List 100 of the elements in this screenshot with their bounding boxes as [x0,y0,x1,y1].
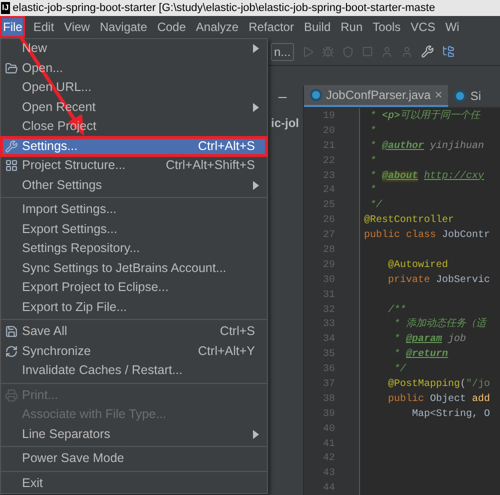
code-token: * [393,334,402,346]
menu-item[interactable]: Export Settings... [1,220,267,239]
user-icon[interactable] [380,46,393,58]
menu-item-label: Save All [22,323,68,340]
close-icon[interactable]: × [434,85,442,105]
menu-bar-item[interactable]: Tools [372,18,402,36]
code-token: add [472,394,490,405]
grid-icon [5,159,18,172]
menu-bar-item[interactable]: Refactor [248,18,295,36]
printer-icon [5,388,18,402]
code-token: ( [460,379,466,390]
class-icon [454,90,466,102]
code-token: @param [406,334,442,346]
code-token: public [387,394,426,405]
project-structure-icon[interactable] [442,45,455,58]
menu-bar-item[interactable]: Edit [32,18,56,36]
code-token: */ [393,364,406,376]
code-token: JobServic [436,274,490,286]
menu-item-label: Export Project to Eclipse... [22,279,169,296]
folder-icon [5,62,18,74]
menu-item-label: Import Settings... [22,201,116,218]
code-token: @author [382,140,424,152]
project-tree-item[interactable]: ic-jol [271,116,300,130]
menu-bar-item[interactable]: VCS [410,18,436,36]
app-logo: IJ [1,2,10,14]
code-token: yinjihuan [429,140,484,152]
menu-bar-item[interactable]: Wi [444,18,460,36]
code-token: @return [406,349,448,360]
menu-item[interactable]: Sync Settings to JetBrains Account... [1,258,267,278]
menu-bar-item[interactable]: View [63,18,91,36]
menu-bar-item[interactable]: Analyze [194,18,240,36]
menu-item-label: Exit [22,474,43,492]
code-token: @Autowired [387,260,448,271]
menu-item[interactable]: Open URL... [1,78,267,98]
menu-item-label: Synchronize [22,342,91,360]
menu-item-label: Export to Zip File... [22,298,127,316]
code-token: * 添加动态任务（适 [393,319,486,330]
code-token: * [393,349,402,360]
menu-item[interactable]: Invalidate Caches / Restart... [1,361,267,380]
window-title: elastic-job-spring-boot-starter [G:\study\elastic-job\elastic-job-spring-boot-starter-maste [12,1,436,16]
editor-tab[interactable]: JobConfParser.java × [304,85,448,107]
run-icon[interactable] [302,46,314,58]
code-token: 可以用于同一个任 [400,111,480,122]
menu-item[interactable]: Line Separators [1,424,267,444]
menu-item[interactable]: Other Settings [1,176,267,195]
wrench-icon [5,140,18,152]
menu-item-label: Project Structure... [22,157,126,174]
code-token: * [369,111,378,122]
shortcut-label: Ctrl+S [220,323,255,340]
code-token: "/jo [466,379,490,390]
menu-bar-item[interactable]: Run [340,18,364,36]
menu-item[interactable]: Save All Ctrl+S [1,322,267,342]
editor-tab[interactable]: Si [448,85,487,107]
code-token: * [369,170,378,182]
menu-bar-item[interactable]: Build [302,18,332,36]
user-icon[interactable] [400,46,413,58]
refresh-icon [5,344,18,358]
menu-bar-item[interactable]: Code [156,18,187,36]
bug-icon[interactable] [322,46,334,58]
code-token: * [369,126,376,137]
menu-item-label: Sync Settings to JetBrains Account... [22,260,226,277]
code-token: http://cxy [424,170,484,182]
code-token: Map<String, O [411,408,490,420]
stop-icon[interactable] [362,46,373,57]
code-token: Object [430,394,468,405]
menu-item[interactable]: Settings Repository... [1,239,267,258]
menu-item[interactable]: Import Settings... [1,200,267,220]
menu-item[interactable]: Export to Zip File... [1,298,267,317]
save-icon [5,325,18,338]
menu-item[interactable]: Settings... Ctrl+Alt+S [1,136,267,156]
menu-item-label: Settings Repository... [22,240,140,258]
code-token: @RestController [364,215,454,226]
code-token: <p> [382,111,400,122]
menu-bar-item[interactable]: Navigate [98,18,148,36]
menu-item-label: Other Settings [22,176,102,194]
class-icon [310,89,322,101]
code-token: @PostMapping [387,379,460,390]
code-token: JobContr [442,230,490,242]
menu-item-label: Line Separators [22,426,110,443]
code-token: private [387,274,432,286]
menu-item-label: Power Save Mode [22,450,124,468]
code-token: job [446,334,466,346]
menu-bar-item[interactable]: File [0,16,26,38]
settings-icon[interactable] [420,45,434,58]
shortcut-label: Ctrl+Alt+Shift+S [166,157,255,174]
code-token: * [369,185,376,196]
shortcut-label: Ctrl+Alt+S [198,138,255,155]
code-token: public class [364,230,438,242]
code-token: /** [387,304,406,316]
code-token: */ [369,200,382,212]
run-config-field[interactable]: n... [271,42,294,60]
menu-item[interactable]: Project Structure... Ctrl+Alt+Shift+S [1,156,267,176]
menu-item[interactable]: Power Save Mode [1,449,267,468]
menu-item-label: Invalidate Caches / Restart... [22,362,182,380]
shield-icon[interactable] [342,46,354,58]
code-token: * [369,140,378,152]
menu-item[interactable]: Export Project to Eclipse... [1,278,267,298]
menu-item[interactable]: Exit [1,474,267,493]
menu-item[interactable]: Synchronize Ctrl+Alt+Y [1,342,267,361]
menu-item-label: Open URL... [22,79,92,96]
